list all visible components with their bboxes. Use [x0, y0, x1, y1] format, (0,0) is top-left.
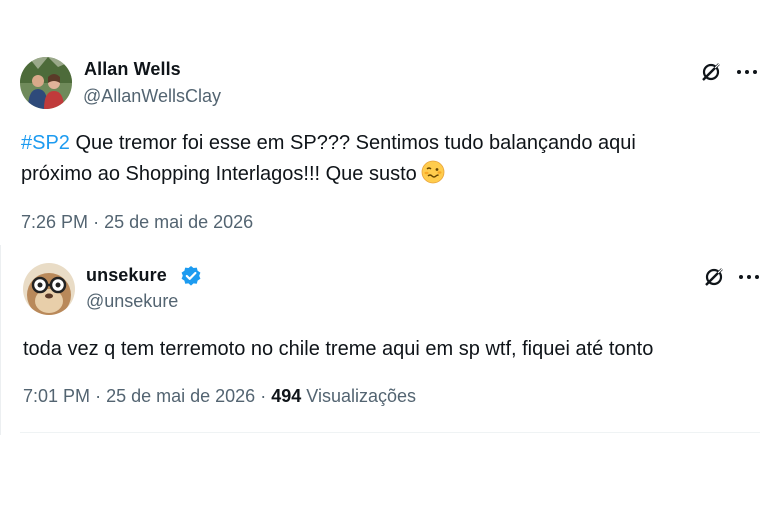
views-count[interactable]: 494: [271, 386, 301, 406]
user-handle[interactable]: @AllanWellsClay: [83, 86, 221, 107]
meta-separator: ·: [260, 386, 267, 406]
tweet-metadata: 7:01 PM · 25 de mai de 2026 · 494 Visual…: [23, 386, 416, 407]
display-name[interactable]: unsekure: [86, 265, 167, 286]
tweet-text: toda vez q tem terremoto no chile treme …: [23, 338, 654, 360]
tweet-allan-wells[interactable]: Allan Wells @AllanWellsClay #SP2 Que tre…: [0, 0, 774, 245]
tweet-time: 7:26 PM: [21, 212, 89, 232]
grok-icon[interactable]: [703, 266, 725, 288]
tweet-time[interactable]: 7:01 PM: [23, 386, 90, 406]
verified-badge-icon: [181, 266, 201, 286]
grok-icon[interactable]: [700, 61, 722, 83]
divider: [20, 432, 760, 433]
avatar-unsekure[interactable]: [23, 263, 75, 315]
display-name[interactable]: Allan Wells: [84, 59, 181, 80]
avatar-photo: [23, 263, 75, 315]
more-options-icon[interactable]: [737, 68, 757, 76]
tweet-date: 25 de mai de 2026: [104, 212, 254, 232]
avatar-photo: [20, 57, 72, 109]
tweet-date[interactable]: 25 de mai de 2026: [106, 386, 255, 406]
meta-separator: ·: [93, 212, 100, 232]
tweet-text-line2: próximo ao Shopping Interlagos!!! Que su…: [21, 163, 417, 185]
tweet-text: #SP2 Que tremor foi esse em SP??? Sentim…: [21, 128, 636, 190]
tweet-text-line1: Que tremor foi esse em SP??? Sentimos tu…: [69, 132, 636, 154]
avatar-allan-wells[interactable]: [20, 57, 72, 109]
woozy-face-icon: [421, 160, 445, 184]
meta-separator: ·: [95, 386, 102, 406]
user-handle[interactable]: @unsekure: [86, 291, 178, 312]
tweet-timestamp[interactable]: 7:26 PM · 25 de mai de 2026: [21, 212, 253, 233]
views-label[interactable]: Visualizações: [306, 386, 416, 406]
hashtag-link[interactable]: #SP2: [21, 132, 70, 154]
more-options-icon[interactable]: [739, 273, 759, 281]
